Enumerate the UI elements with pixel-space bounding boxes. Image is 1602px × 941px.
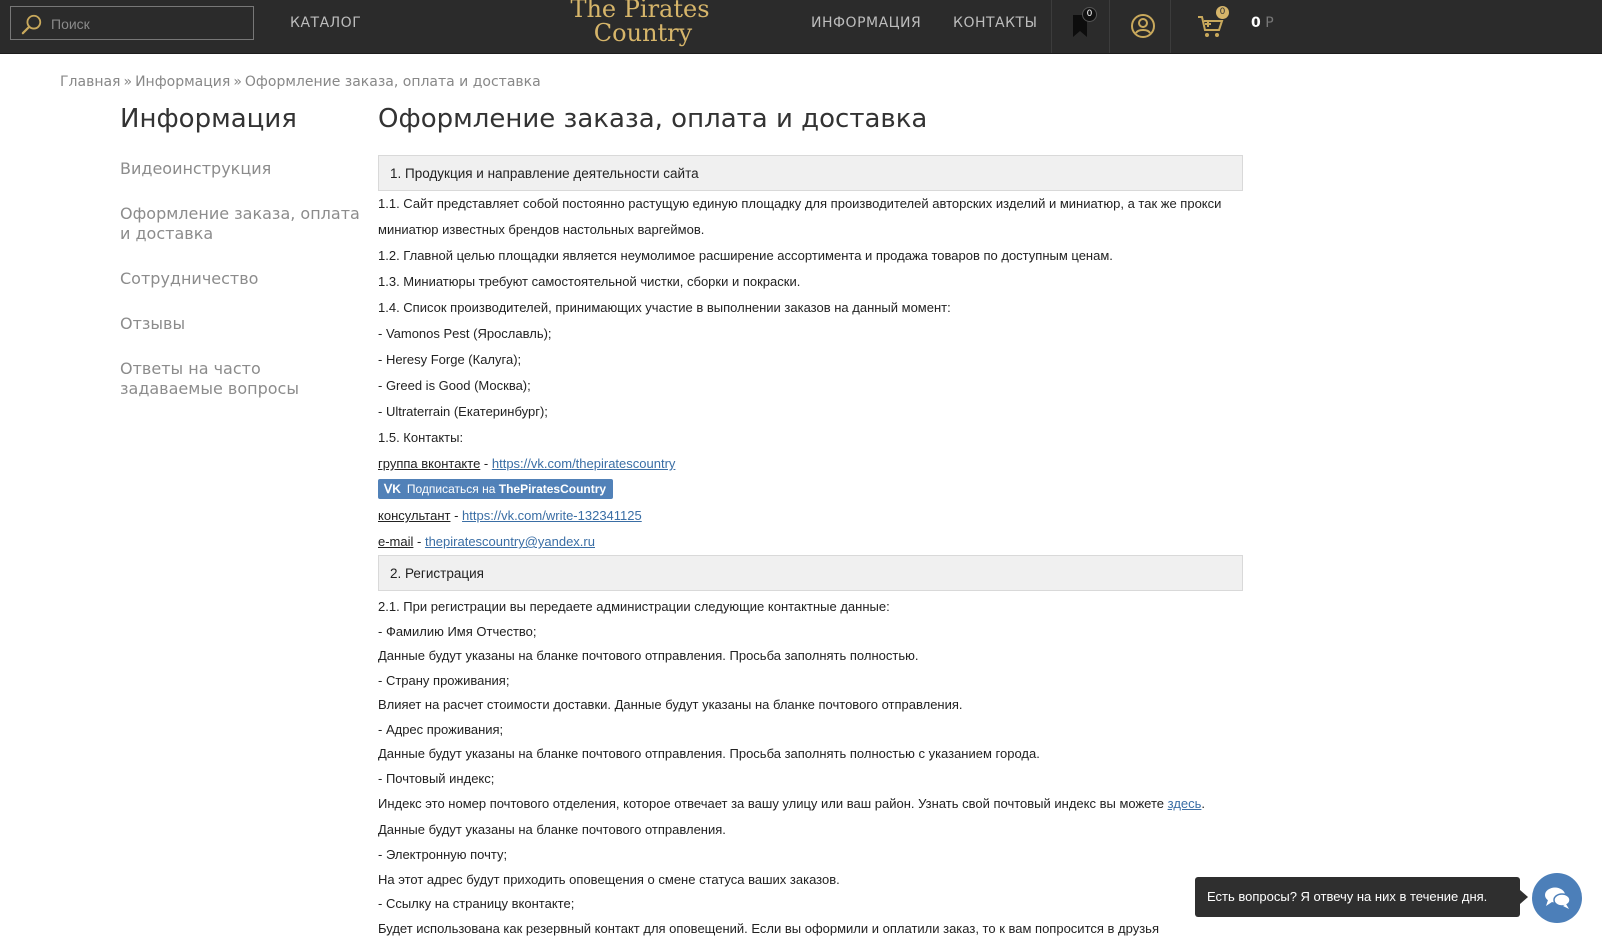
header-divider: [1051, 0, 1052, 53]
header-divider: [1170, 0, 1171, 53]
search-icon: [21, 13, 43, 35]
paragraph: 1.2. Главной целью площадки является неу…: [378, 243, 1243, 269]
dash: -: [413, 534, 425, 549]
paragraph: 2.1. При регистрации вы передаете админи…: [378, 595, 1243, 620]
cart-count-badge: 0: [1216, 6, 1229, 19]
sidebar-item-faq[interactable]: Ответы на часто задаваемые вопросы: [120, 359, 360, 399]
chat-button[interactable]: [1532, 873, 1582, 923]
user-icon: [1129, 12, 1157, 40]
sidebar-item-ordering[interactable]: Оформление заказа, оплата и доставка: [120, 204, 360, 244]
logo-line-2: Country: [565, 21, 715, 45]
index-text: Индекс это номер почтового отделения, ко…: [378, 796, 1164, 811]
vk-subscribe-row: ꓦK Подписаться на ThePiratesCountry: [378, 477, 1243, 503]
breadcrumb-separator: »: [123, 74, 132, 90]
vk-subscribe-prefix: Подписаться на: [407, 482, 496, 496]
list-item: - Greed is Good (Москва);: [378, 373, 1243, 399]
bookmark-count-badge: 0: [1082, 7, 1097, 22]
account-button[interactable]: [1129, 12, 1157, 40]
list-item: - Ultraterrain (Екатеринбург);: [378, 399, 1243, 425]
paragraph: 1.1. Сайт представляет собой постоянно р…: [378, 191, 1243, 243]
paragraph: Данные будут указаны на бланке почтового…: [378, 644, 1243, 669]
postal-index-link[interactable]: здесь: [1168, 796, 1202, 811]
list-item: - Vamonos Pest (Ярославль);: [378, 321, 1243, 347]
paragraph: Влияет на расчет стоимости доставки. Дан…: [378, 693, 1243, 718]
paragraph: - Ссылку на страницу вконтакте;: [378, 892, 1243, 917]
contact-consultant: консультант - https://vk.com/write-13234…: [378, 503, 1243, 529]
cart-total[interactable]: 0 Р: [1251, 15, 1274, 31]
section-heading: 1. Продукция и направление деятельности …: [378, 155, 1243, 191]
nav-contacts-link[interactable]: КОНТАКТЫ: [953, 15, 1037, 31]
bookmarks-button[interactable]: 0: [1067, 11, 1095, 39]
paragraph-postal-index: Индекс это номер почтового отделения, ко…: [378, 791, 1243, 843]
nav-catalog-link[interactable]: КАТАЛОГ: [290, 15, 361, 31]
vk-group-label[interactable]: группа вконтакте: [378, 456, 480, 471]
consultant-link[interactable]: https://vk.com/write-132341125: [462, 508, 642, 523]
email-label[interactable]: e-mail: [378, 534, 413, 549]
section-heading: 2. Регистрация: [378, 555, 1243, 591]
contact-vk-group: группа вконтакте - https://vk.com/thepir…: [378, 451, 1243, 477]
vk-logo-icon: ꓦK: [384, 482, 401, 496]
chat-tooltip[interactable]: Есть вопросы? Я отвечу на них в течение …: [1195, 877, 1520, 917]
cart-currency: Р: [1265, 15, 1273, 31]
paragraph: - Электронную почту;: [378, 843, 1243, 868]
search-box[interactable]: [10, 6, 254, 40]
paragraph: Данные будут указаны на бланке почтового…: [378, 742, 1243, 767]
paragraph: - Адрес проживания;: [378, 718, 1243, 743]
top-navigation-bar: КАТАЛОГ The Pirates Country ИНФОРМАЦИЯ К…: [0, 0, 1602, 54]
vk-subscribe-button[interactable]: ꓦK Подписаться на ThePiratesCountry: [378, 479, 613, 499]
paragraph: - Почтовый индекс;: [378, 767, 1243, 792]
nav-info-link[interactable]: ИНФОРМАЦИЯ: [811, 15, 921, 31]
site-logo[interactable]: The Pirates Country: [565, 0, 715, 53]
breadcrumb-info[interactable]: Информация: [135, 74, 230, 90]
paragraph: На этот адрес будут приходить оповещения…: [378, 868, 1243, 893]
breadcrumb-home[interactable]: Главная: [60, 74, 120, 90]
sidebar-title: Информация: [120, 104, 297, 134]
paragraph: - Страну проживания;: [378, 669, 1243, 694]
consultant-label[interactable]: консультант: [378, 508, 450, 523]
cart-button[interactable]: 0: [1196, 12, 1224, 40]
logo-line-1: The Pirates: [565, 0, 715, 21]
paragraph: - Фамилию Имя Отчество;: [378, 620, 1243, 645]
breadcrumb-separator: »: [233, 74, 242, 90]
search-input[interactable]: [49, 11, 249, 37]
paragraph: 1.3. Миниатюры требуют самостоятельной ч…: [378, 269, 1243, 295]
dash: -: [480, 456, 492, 471]
paragraph: Будет использована как резервный контакт…: [378, 917, 1243, 941]
list-item: - Heresy Forge (Калуга);: [378, 347, 1243, 373]
sidebar-item-video[interactable]: Видеоинструкция: [120, 159, 360, 179]
cart-total-value: 0: [1251, 15, 1261, 31]
breadcrumb: Главная»Информация»Оформление заказа, оп…: [60, 74, 541, 90]
contact-email: e-mail - thepiratescountry@yandex.ru: [378, 529, 1243, 555]
dash: -: [450, 508, 462, 523]
header-divider: [1109, 0, 1110, 53]
breadcrumb-current: Оформление заказа, оплата и доставка: [245, 74, 541, 90]
vk-group-link[interactable]: https://vk.com/thepiratescountry: [492, 456, 676, 471]
paragraph: 1.4. Список производителей, принимающих …: [378, 295, 1243, 321]
chat-bubbles-icon: [1544, 886, 1571, 910]
email-link[interactable]: thepiratescountry@yandex.ru: [425, 534, 595, 549]
sidebar-item-reviews[interactable]: Отзывы: [120, 314, 360, 334]
page-title: Оформление заказа, оплата и доставка: [378, 104, 927, 134]
paragraph: 1.5. Контакты:: [378, 425, 1243, 451]
sidebar-menu: Видеоинструкция Оформление заказа, оплат…: [120, 159, 360, 424]
vk-subscribe-name: ThePiratesCountry: [499, 482, 606, 496]
article-content: 1. Продукция и направление деятельности …: [378, 155, 1243, 941]
sidebar-item-cooperation[interactable]: Сотрудничество: [120, 269, 360, 289]
